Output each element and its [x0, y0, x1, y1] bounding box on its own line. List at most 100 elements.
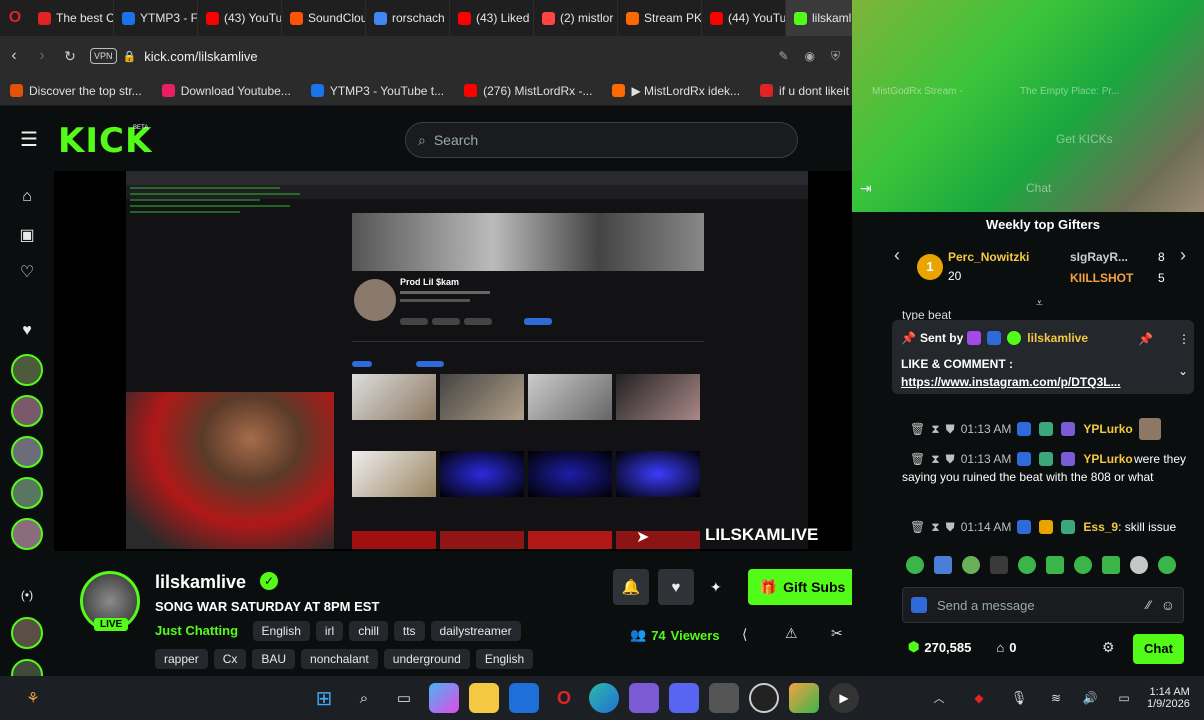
stream-tag[interactable]: English — [475, 649, 534, 669]
weather-icon[interactable]: ⚘ — [18, 683, 48, 713]
gifter-name[interactable]: KIILLSHOT — [1070, 271, 1133, 285]
stream-tag[interactable]: irl — [315, 621, 344, 641]
browse-icon[interactable]: ▣ — [13, 221, 41, 249]
expand-pin-icon[interactable]: ⩡ — [1036, 296, 1043, 311]
gifters-prev-icon[interactable]: ‹ — [894, 245, 900, 266]
tray-overflow-icon[interactable]: ︿ — [924, 683, 954, 713]
home-icon[interactable]: ⌂ — [13, 183, 41, 211]
browser-tab[interactable]: (44) YouTu — [702, 0, 786, 36]
followed-channel-avatar[interactable] — [11, 477, 43, 509]
drops-count[interactable]: 0 — [1009, 640, 1016, 655]
pinned-sender[interactable]: lilskamlive — [1027, 331, 1088, 345]
collapse-chat-icon[interactable]: ⇥ — [860, 180, 872, 197]
browser-tab[interactable]: (2) mistlor — [534, 0, 618, 36]
pinned-link[interactable]: https://www.instagram.com/p/DTQ3L... — [901, 375, 1121, 389]
emote-icon[interactable] — [990, 556, 1008, 574]
followed-channel-avatar[interactable] — [11, 436, 43, 468]
followed-channel-avatar[interactable] — [11, 395, 43, 427]
pinned-menu-icon[interactable]: ⋮ — [1178, 332, 1190, 346]
edit-icon[interactable]: ✎ — [778, 49, 788, 63]
copilot-icon[interactable] — [429, 683, 459, 713]
commands-icon[interactable]: ⁄⁄ — [1147, 598, 1151, 612]
obs-icon[interactable] — [749, 683, 779, 713]
stream-tag[interactable]: dailystreamer — [430, 621, 521, 641]
clock-date[interactable]: 1/9/2026 — [1147, 698, 1190, 710]
camera-app-icon[interactable] — [709, 683, 739, 713]
shield-icon[interactable]: ⛨ — [831, 49, 840, 64]
reload-button[interactable]: ↻ — [56, 42, 84, 70]
emoji-icon[interactable]: ☺ — [1161, 597, 1175, 613]
gift-subs-button[interactable]: 🎁 Gift Subs — [748, 569, 857, 605]
chat-input-box[interactable]: Send a message ⁄⁄ ☺ — [902, 587, 1184, 623]
emote-icon[interactable] — [1102, 556, 1120, 574]
search-input[interactable]: Search — [434, 132, 478, 148]
stream-tag[interactable]: rapper — [155, 649, 208, 669]
pinned-expand-icon[interactable]: ⌄ — [1178, 364, 1188, 378]
delete-icon[interactable]: 🗑 — [910, 420, 925, 438]
opera-logo-icon[interactable]: O — [0, 9, 30, 27]
wifi-icon[interactable]: ≋ — [1041, 683, 1071, 713]
ban-icon[interactable]: ⛊ — [946, 518, 955, 536]
search-bar[interactable]: ⌕ Search — [405, 122, 798, 158]
emote-icon[interactable] — [1018, 556, 1036, 574]
edge-icon[interactable] — [589, 683, 619, 713]
pin-toggle-icon[interactable]: 📌 — [1138, 332, 1153, 346]
following-icon[interactable]: ♡ — [13, 258, 41, 286]
app-icon[interactable] — [789, 683, 819, 713]
battery-icon[interactable]: ▭ — [1109, 683, 1139, 713]
category-link[interactable]: Just Chatting — [155, 623, 238, 638]
emote-icon[interactable] — [1130, 556, 1148, 574]
bookmark-item[interactable]: (276) MistLordRx -... — [454, 84, 602, 98]
forward-button[interactable]: › — [28, 42, 56, 70]
start-button[interactable]: ⊞ — [309, 683, 339, 713]
points-count[interactable]: 270,585 — [924, 640, 971, 655]
badge-selector-icon[interactable] — [911, 597, 927, 613]
task-view-icon[interactable]: ▭ — [389, 683, 419, 713]
bookmark-item[interactable]: Discover the top str... — [0, 84, 152, 98]
emote-icon[interactable] — [1074, 556, 1092, 574]
browser-tab[interactable]: Stream PK — [618, 0, 702, 36]
emote-icon[interactable] — [1158, 556, 1176, 574]
stream-tag[interactable]: BAU — [252, 649, 296, 669]
report-icon[interactable]: ⚠ — [785, 625, 798, 642]
follow-heart-button[interactable]: ♥ — [658, 569, 694, 605]
stream-tag[interactable]: English — [252, 621, 310, 641]
browser-tab[interactable]: rorschach — [366, 0, 450, 36]
taskbar-search-icon[interactable]: ⌕ — [349, 683, 379, 713]
chat-username[interactable]: YPLurko — [1083, 420, 1132, 438]
stream-tag[interactable]: chill — [349, 621, 388, 641]
chat-username[interactable]: Ess_9 — [1083, 520, 1118, 534]
outlook-icon[interactable] — [509, 683, 539, 713]
streamer-name[interactable]: lilskamlive — [155, 572, 246, 593]
stream-tag[interactable]: tts — [393, 621, 425, 641]
browser-tab[interactable]: (43) Liked — [450, 0, 534, 36]
back-button[interactable]: ‹ — [0, 42, 28, 70]
url-field[interactable]: kick.com/lilskamlive — [144, 49, 257, 64]
clock-time[interactable]: 1:14 AM — [1149, 686, 1189, 698]
timeout-icon[interactable]: ⧗ — [931, 518, 939, 536]
emote-icon[interactable] — [1046, 556, 1064, 574]
stream-tag[interactable]: underground — [383, 649, 470, 669]
camera-icon[interactable]: ◉ — [805, 49, 815, 63]
bookmark-item[interactable]: ▶ MistLordRx idek... — [602, 84, 750, 98]
clip-icon[interactable]: ✂ — [831, 625, 843, 642]
browser-tab[interactable]: SoundClou — [282, 0, 366, 36]
browser-tab[interactable]: YTMP3 - Fr — [114, 0, 198, 36]
chat-send-button[interactable]: Chat — [1133, 634, 1184, 664]
volume-icon[interactable]: 🔊 — [1075, 683, 1105, 713]
chat-settings-icon[interactable]: ⚙ — [1102, 639, 1115, 656]
browser-tab[interactable]: The best C — [30, 0, 114, 36]
lock-icon[interactable]: 🔒 — [123, 50, 137, 63]
timeout-icon[interactable]: ⧗ — [931, 420, 939, 438]
ban-icon[interactable]: ⛊ — [946, 420, 955, 438]
live-broadcast-icon[interactable]: (•) — [13, 581, 41, 609]
share-icon[interactable]: ⟨ — [742, 626, 747, 643]
emote-icon[interactable] — [934, 556, 952, 574]
bookmark-item[interactable]: YTMP3 - YouTube t... — [301, 84, 454, 98]
opera-taskbar-icon[interactable]: O — [549, 683, 579, 713]
emote-icon[interactable] — [962, 556, 980, 574]
followed-channel-avatar[interactable] — [11, 518, 43, 550]
sparkle-icon[interactable]: ✦ — [710, 579, 722, 596]
microphone-icon[interactable]: 🎙 — [1004, 683, 1034, 713]
stream-tag[interactable]: nonchalant — [301, 649, 378, 669]
